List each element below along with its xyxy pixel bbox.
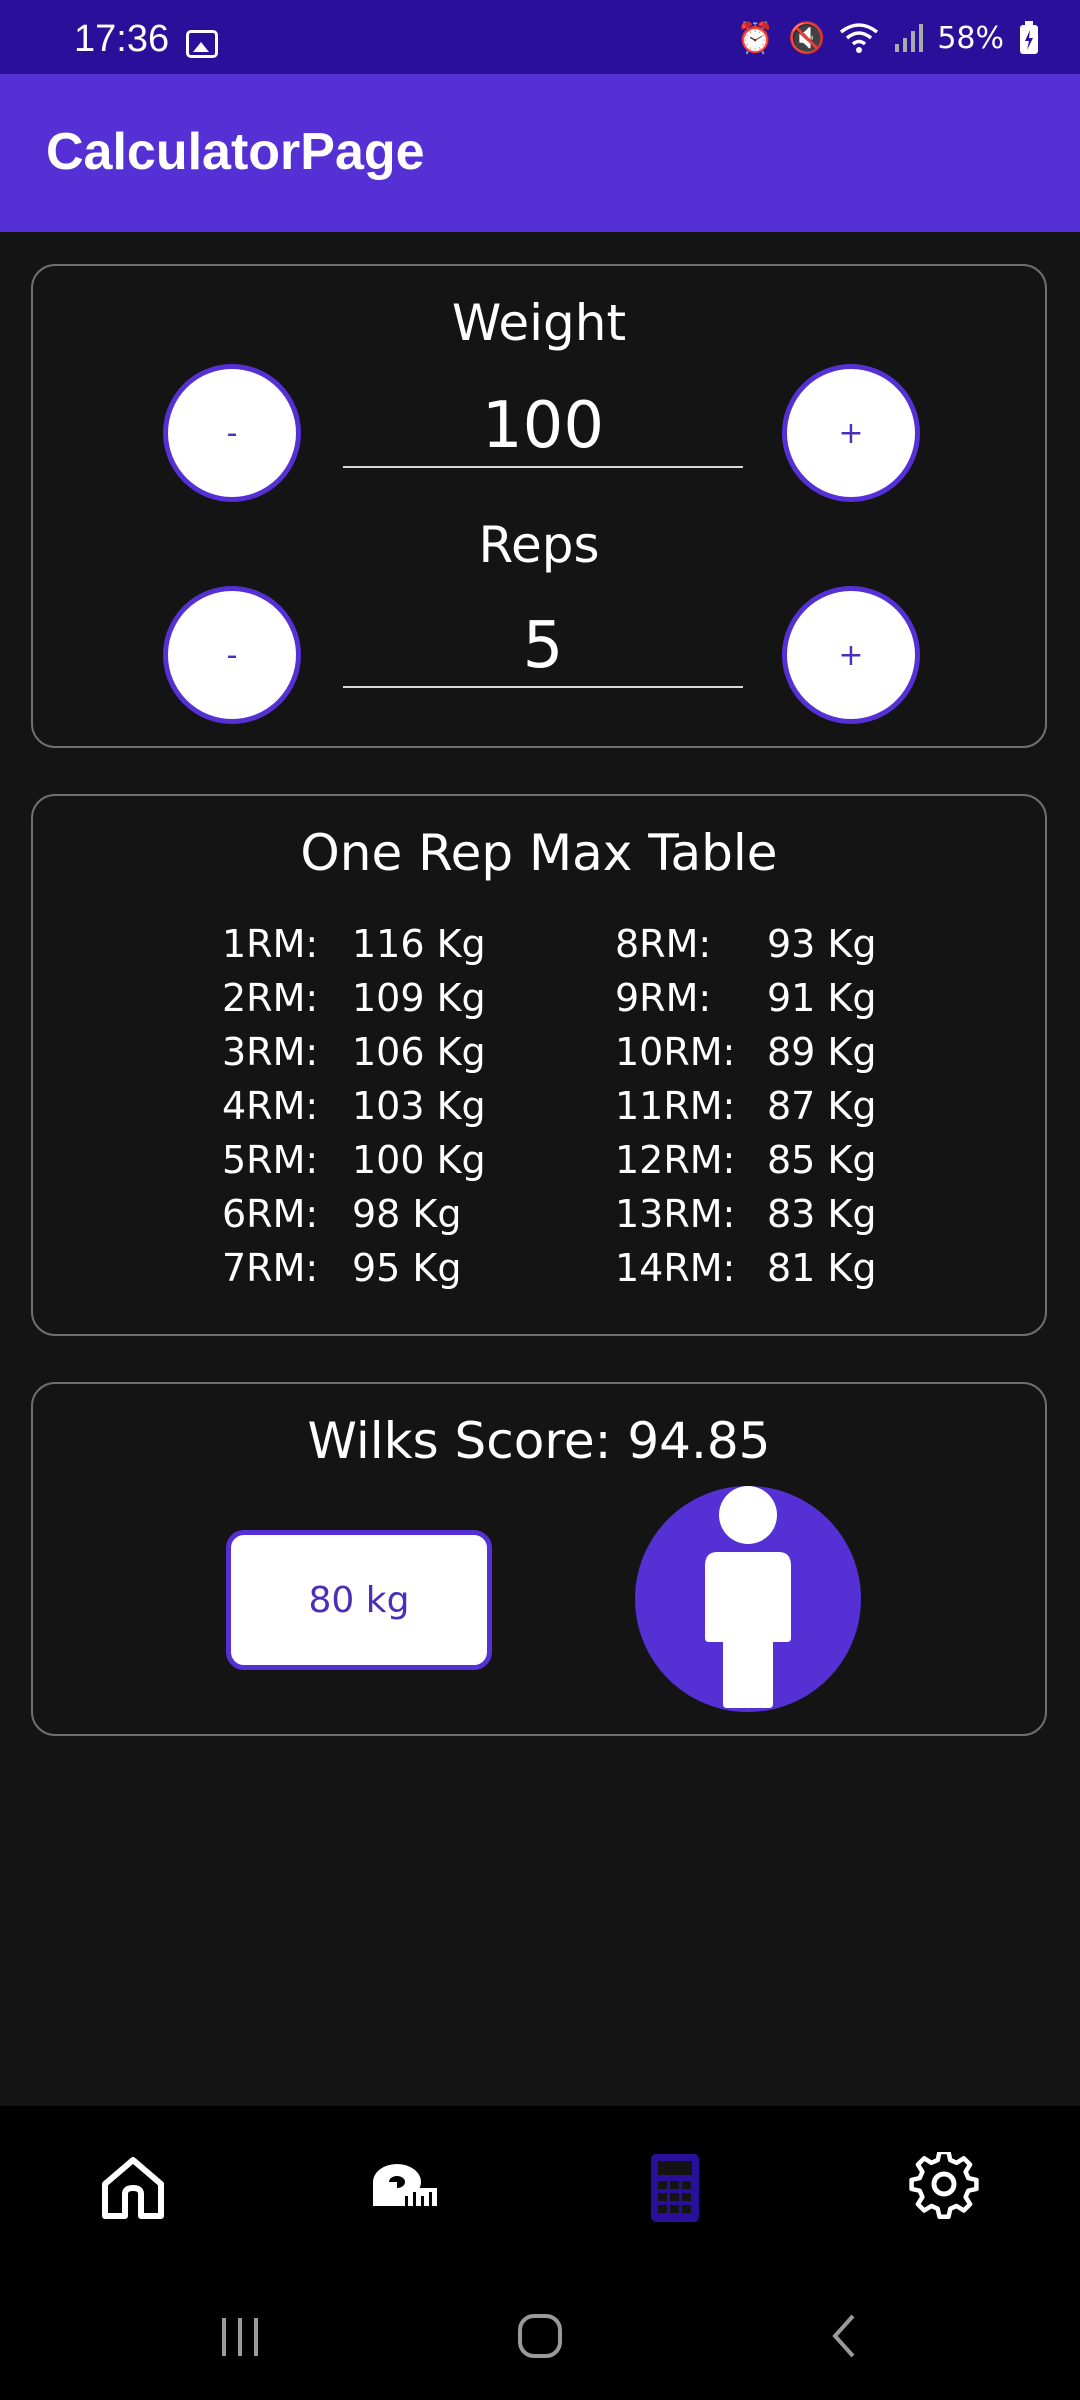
page-title: CalculatorPage bbox=[46, 123, 425, 181]
reps-label: Reps bbox=[478, 516, 600, 574]
rm-value: 103 Kg bbox=[352, 1084, 486, 1128]
home-icon bbox=[102, 2157, 164, 2219]
male-person-icon bbox=[705, 1486, 791, 1708]
rm-label: 1RM: bbox=[222, 922, 319, 966]
reps-input[interactable]: 5 bbox=[343, 606, 743, 688]
signal-icon bbox=[895, 24, 924, 52]
rm-value: 100 Kg bbox=[352, 1138, 486, 1182]
settings-gear-icon bbox=[909, 2152, 979, 2220]
wilks-score: Wilks Score: 94.85 bbox=[307, 1412, 771, 1470]
bottom-navigation bbox=[0, 2106, 1080, 2400]
rm-value: 83 Kg bbox=[767, 1192, 877, 1236]
rm-value: 93 Kg bbox=[767, 922, 877, 966]
rm-value: 116 Kg bbox=[352, 922, 486, 966]
rm-value: 91 Kg bbox=[767, 976, 877, 1020]
home-system-button[interactable] bbox=[490, 2286, 590, 2386]
rm-value: 109 Kg bbox=[352, 976, 486, 1020]
gender-toggle-button[interactable] bbox=[635, 1486, 861, 1712]
back-button[interactable] bbox=[795, 2286, 895, 2386]
rm-label: 13RM: bbox=[615, 1192, 736, 1236]
battery-charging-icon bbox=[1020, 21, 1038, 54]
back-chevron-icon bbox=[832, 2314, 855, 2358]
weight-label: Weight bbox=[451, 294, 627, 352]
home-circle-icon bbox=[518, 2314, 562, 2358]
rm-label: 9RM: bbox=[615, 976, 712, 1020]
rm-value: 98 Kg bbox=[352, 1192, 462, 1236]
rm-label: 3RM: bbox=[222, 1030, 319, 1074]
calculator-icon bbox=[651, 2154, 699, 2222]
rm-value: 87 Kg bbox=[767, 1084, 877, 1128]
rm-label: 6RM: bbox=[222, 1192, 319, 1236]
rm-label: 7RM: bbox=[222, 1246, 319, 1290]
alarm-icon: ⏰ bbox=[736, 20, 774, 56]
measuring-tape-icon bbox=[373, 2164, 437, 2206]
rm-table-title: One Rep Max Table bbox=[300, 824, 778, 882]
inputs-card: Weight - 100 + Reps - 5 + bbox=[31, 264, 1047, 748]
mute-icon: 🔇 bbox=[787, 20, 826, 56]
rm-label: 2RM: bbox=[222, 976, 319, 1020]
weight-increment-button[interactable]: + bbox=[782, 364, 920, 502]
rm-value: 85 Kg bbox=[767, 1138, 877, 1182]
rm-label: 12RM: bbox=[615, 1138, 736, 1182]
rm-label: 4RM: bbox=[222, 1084, 319, 1128]
recent-apps-button[interactable] bbox=[190, 2286, 290, 2386]
nav-home[interactable] bbox=[73, 2128, 193, 2248]
rm-label: 5RM: bbox=[222, 1138, 319, 1182]
rm-value: 89 Kg bbox=[767, 1030, 877, 1074]
status-icons: ⏰ 🔇 58% bbox=[737, 16, 1040, 60]
one-rep-max-card: One Rep Max Table 1RM: 116 Kg 2RM: 109 K… bbox=[31, 794, 1047, 1336]
nav-calculator[interactable] bbox=[615, 2128, 735, 2248]
weight-input[interactable]: 100 bbox=[343, 386, 743, 468]
rm-label: 10RM: bbox=[615, 1030, 736, 1074]
nav-measurements[interactable] bbox=[345, 2128, 465, 2248]
rm-value: 95 Kg bbox=[352, 1246, 462, 1290]
bodyweight-button[interactable]: 80 kg bbox=[226, 1530, 492, 1670]
recent-apps-icon bbox=[222, 2318, 258, 2356]
app-bar: CalculatorPage bbox=[0, 74, 1080, 232]
reps-increment-button[interactable]: + bbox=[782, 586, 920, 724]
rm-label: 11RM: bbox=[615, 1084, 736, 1128]
rm-label: 8RM: bbox=[615, 922, 712, 966]
battery-percentage: 58% bbox=[937, 20, 1004, 56]
status-time: 17:36 bbox=[74, 18, 170, 60]
rm-value: 106 Kg bbox=[352, 1030, 486, 1074]
rm-value: 81 Kg bbox=[767, 1246, 877, 1290]
image-notification-icon bbox=[186, 30, 218, 58]
rm-label: 14RM: bbox=[615, 1246, 736, 1290]
nav-settings[interactable] bbox=[884, 2128, 1004, 2248]
status-bar: 17:36 ⏰ 🔇 58% bbox=[0, 0, 1080, 74]
weight-decrement-button[interactable]: - bbox=[163, 364, 301, 502]
wilks-card: Wilks Score: 94.85 80 kg bbox=[31, 1382, 1047, 1736]
wifi-icon bbox=[840, 23, 879, 53]
reps-decrement-button[interactable]: - bbox=[163, 586, 301, 724]
